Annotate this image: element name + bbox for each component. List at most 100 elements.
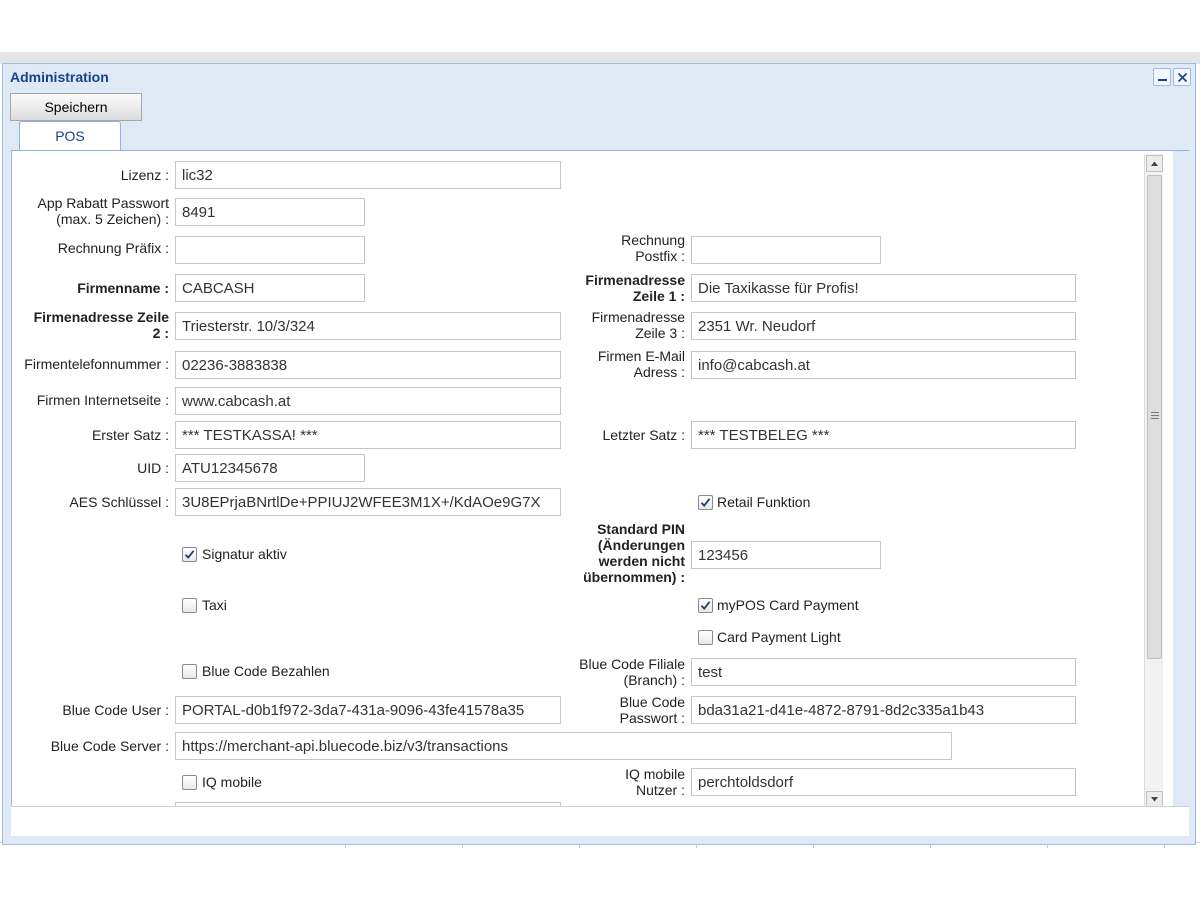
close-button[interactable] [1173,68,1191,86]
firmenadresse1-input[interactable] [691,274,1076,302]
rechnung-postfix-label-line1: Rechnung [621,232,685,248]
rechnung-praefix-input[interactable] [175,236,365,264]
card-payment-light-checkbox[interactable] [698,630,713,645]
firmenadresse2-label-line2: 2 : [152,325,169,341]
iq-mobile-nutzer-label-line2: Nutzer : [635,782,685,798]
minimize-button[interactable] [1153,68,1171,86]
mypos-card-checkbox[interactable] [698,598,713,613]
firmenadresse3-input[interactable] [691,312,1076,340]
minimize-icon [1158,79,1167,81]
taxi-label: Taxi [202,597,227,613]
pos-form-panel: Lizenz : App Rabatt Passwort (max. 5 Zei… [11,151,1173,806]
firmenadresse2-label-line1: Firmenadresse Zeile [33,309,169,325]
firmenadresse1-label-line2: Zeile 1 : [632,288,685,304]
uid-label: UID : [137,460,169,476]
blue-code-passwort-input[interactable] [691,696,1076,724]
firmenadresse2-input[interactable] [175,312,561,340]
letzter-satz-input[interactable] [691,421,1076,449]
administration-window: Administration Speichern POS Lizenz : Ap… [2,63,1196,845]
firmen-email-label: Firmen E-Mail Adress : [552,348,685,380]
blue-code-passwort-label-line2: Passwort : [619,710,685,726]
lizenz-input[interactable] [175,161,561,189]
mypos-card-label: myPOS Card Payment [717,597,859,613]
retail-funktion-checkbox[interactable] [698,495,713,510]
standard-pin-label-line3: werden nicht [598,553,685,569]
window-titlebar[interactable]: Administration [3,64,1195,90]
app-rabatt-input[interactable] [175,198,365,226]
blue-code-passwort-label-line1: Blue Code [619,694,685,710]
arrow-down-icon [1151,797,1158,802]
close-icon [1177,72,1188,83]
firmenadresse1-label: Firmenadresse Zeile 1 : [552,272,685,304]
signatur-aktiv-checkbox[interactable] [182,547,197,562]
firmenadresse1-label-line1: Firmenadresse [585,272,685,288]
firmentelefon-input[interactable] [175,351,561,379]
window-title: Administration [10,69,109,85]
scroll-up-button[interactable] [1146,155,1163,172]
standard-pin-label-line1: Standard PIN [597,521,685,537]
blue-code-passwort-label: Blue Code Passwort : [552,694,685,726]
checkmark-icon [700,498,711,507]
grip-line [1151,418,1159,419]
standard-pin-label: Standard PIN (Änderungen werden nicht üb… [532,521,685,585]
blue-code-user-label: Blue Code User : [62,702,169,718]
blue-code-filiale-label-line1: Blue Code Filiale [579,656,685,672]
blue-code-filiale-label-line2: (Branch) : [623,672,685,688]
save-button[interactable]: Speichern [10,93,142,121]
taxi-checkbox[interactable] [182,598,197,613]
letzter-satz-label: Letzter Satz : [602,427,685,443]
firmen-email-input[interactable] [691,351,1076,379]
iq-mobile-nutzer-label-line1: IQ mobile [625,766,685,782]
aes-input[interactable] [175,488,561,516]
checkmark-icon [700,601,711,610]
blue-code-filiale-label: Blue Code Filiale (Branch) : [532,656,685,688]
signatur-aktiv-label: Signatur aktiv [202,546,287,562]
standard-pin-input[interactable] [691,541,881,569]
scroll-thumb[interactable] [1147,175,1162,659]
retail-funktion-label: Retail Funktion [717,494,811,510]
internetseite-input[interactable] [175,387,561,415]
card-payment-light-label: Card Payment Light [717,629,841,645]
grip-line [1151,412,1159,413]
erster-satz-label: Erster Satz : [91,427,169,443]
firmen-email-label-line2: Adress : [633,364,685,380]
blue-code-user-input[interactable] [175,696,561,724]
window-footer [11,806,1189,836]
firmenname-label: Firmenname : [77,280,169,296]
firmenname-input[interactable] [175,274,365,302]
aes-label: AES Schlüssel : [69,494,169,510]
iq-mobile-checkbox[interactable] [182,775,197,790]
lizenz-label: Lizenz : [120,167,169,183]
iq-mobile-nutzer-input[interactable] [691,768,1076,796]
standard-pin-label-line2: (Änderungen [597,537,685,553]
app-rabatt-label-line2: (max. 5 Zeichen) : [56,211,169,227]
blue-code-server-label: Blue Code Server : [50,738,169,754]
tab-pos[interactable]: POS [19,121,121,151]
page-background [0,0,1200,52]
rechnung-praefix-label: Rechnung Präfix : [57,240,169,256]
firmentelefon-label: Firmentelefonnummer : [24,356,169,372]
blue-code-bezahlen-checkbox[interactable] [182,664,197,679]
blue-code-bezahlen-label: Blue Code Bezahlen [202,663,330,679]
firmenadresse3-label-line1: Firmenadresse [591,309,685,325]
firmenadresse3-label-line2: Zeile 3 : [635,325,685,341]
firmen-email-label-line1: Firmen E-Mail [597,348,685,364]
grip-line [1151,415,1159,416]
rechnung-postfix-input[interactable] [691,236,881,264]
internetseite-label: Firmen Internetseite : [36,392,169,408]
blue-code-server-input[interactable] [175,732,952,760]
uid-input[interactable] [175,454,365,482]
blue-code-filiale-input[interactable] [691,658,1076,686]
checkmark-icon [184,550,195,559]
firmenadresse3-label: Firmenadresse Zeile 3 : [552,309,685,341]
erster-satz-input[interactable] [175,421,561,449]
form-scrollbar[interactable] [1144,154,1163,809]
iq-mobile-label: IQ mobile [202,774,262,790]
iq-mobile-nutzer-label: IQ mobile Nutzer : [552,766,685,798]
rechnung-postfix-label: Rechnung Postfix : [572,232,685,264]
app-rabatt-label: App Rabatt Passwort (max. 5 Zeichen) : [12,195,169,227]
rechnung-postfix-label-line2: Postfix : [635,248,685,264]
standard-pin-label-line4: übernommen) : [583,569,685,585]
arrow-up-icon [1151,161,1158,166]
app-rabatt-label-line1: App Rabatt Passwort [37,195,169,211]
